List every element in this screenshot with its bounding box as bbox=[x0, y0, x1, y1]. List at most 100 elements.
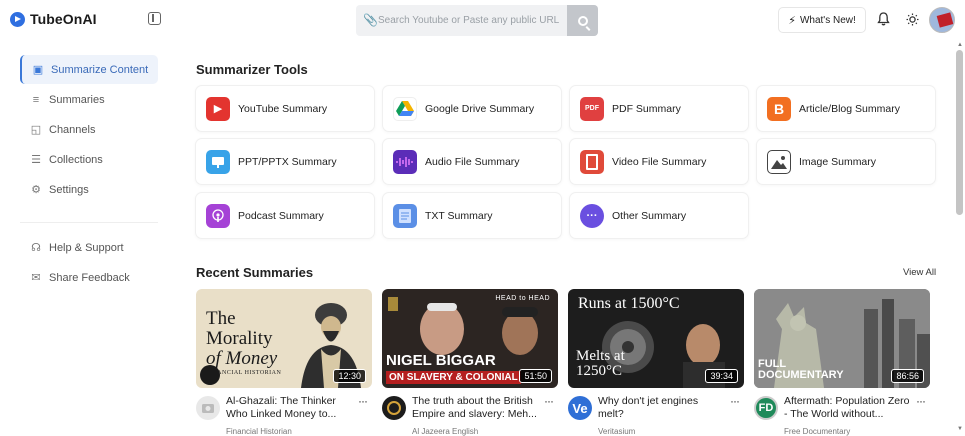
network-logo-icon bbox=[388, 297, 398, 311]
video-title[interactable]: The truth about the British Empire and s… bbox=[412, 395, 540, 421]
video-thumbnail[interactable]: HEAD to HEAD NIGEL BIGGAR ON SLAVERY & C… bbox=[382, 289, 558, 388]
tool-google-drive-summary[interactable]: Google Drive Summary bbox=[383, 86, 561, 131]
sidebar-item-summaries[interactable]: ≡ Summaries bbox=[20, 85, 158, 114]
video-thumbnail[interactable]: FULL DOCUMENTARY 86:56 bbox=[754, 289, 930, 388]
sidebar: ▣ Summarize Content ≡ Summaries ◱ Channe… bbox=[0, 40, 170, 436]
gear-icon: ⚙︎ bbox=[31, 183, 41, 196]
tool-youtube-summary[interactable]: ▶︎ YouTube Summary bbox=[196, 86, 374, 131]
thumbnail-line: of Money bbox=[206, 348, 278, 369]
sidebar-item-channels[interactable]: ◱ Channels bbox=[20, 115, 158, 144]
video-thumbnail[interactable]: Runs at 1500°C Melts at 1250°C 39:34 bbox=[568, 289, 744, 388]
tool-label: Audio File Summary bbox=[425, 155, 520, 168]
video-duration: 12:30 bbox=[333, 369, 366, 383]
sidebar-item-share-feedback[interactable]: ✉︎ Share Feedback bbox=[20, 263, 158, 292]
video-duration: 39:34 bbox=[705, 369, 738, 383]
camera-icon bbox=[196, 396, 220, 420]
video-card[interactable]: FULL DOCUMENTARY 86:56 FD Aftermath: Pop… bbox=[754, 289, 930, 436]
summarizer-tools-heading: Summarizer Tools bbox=[196, 62, 308, 77]
search-button[interactable] bbox=[567, 5, 598, 36]
user-avatar[interactable] bbox=[929, 7, 955, 33]
sidebar-item-collections[interactable]: ☰ Collections bbox=[20, 145, 158, 174]
txt-file-icon bbox=[393, 203, 417, 228]
tool-label: PDF Summary bbox=[612, 102, 681, 115]
video-title[interactable]: Aftermath: Population Zero - The World w… bbox=[784, 395, 912, 421]
presentation-icon bbox=[206, 149, 230, 174]
sidebar-item-settings[interactable]: ⚙︎ Settings bbox=[20, 175, 158, 204]
video-thumbnail[interactable]: The Morality of Money FINANCIAL HISTORIA… bbox=[196, 289, 372, 388]
megaphone-icon: ✉︎ bbox=[31, 271, 41, 284]
sidebar-item-label: Help & Support bbox=[49, 241, 124, 254]
search-input[interactable] bbox=[378, 11, 563, 29]
video-card[interactable]: Runs at 1500°C Melts at 1250°C 39:34 Ve … bbox=[568, 289, 744, 436]
bell-icon[interactable] bbox=[874, 10, 892, 28]
thumbnail-text: Melts at 1250°C bbox=[576, 349, 625, 379]
more-options-icon[interactable]: ··· bbox=[916, 395, 926, 407]
scroll-down-arrow-icon[interactable]: ▼ bbox=[957, 426, 963, 432]
paperclip-icon[interactable]: 📎 bbox=[363, 13, 378, 27]
tool-txt-summary[interactable]: TXT Summary bbox=[383, 193, 561, 238]
sidebar-item-label: Share Feedback bbox=[49, 271, 130, 284]
sidebar-item-label: Channels bbox=[49, 123, 96, 136]
sidebar-divider bbox=[20, 222, 158, 223]
video-card[interactable]: HEAD to HEAD NIGEL BIGGAR ON SLAVERY & C… bbox=[382, 289, 558, 436]
search-icon bbox=[577, 15, 588, 26]
google-drive-icon bbox=[393, 96, 417, 121]
tool-label: Video File Summary bbox=[612, 155, 707, 168]
more-options-icon[interactable]: ··· bbox=[730, 395, 740, 407]
speakers-illustration bbox=[420, 303, 538, 355]
whats-new-label: What's New! bbox=[799, 14, 856, 26]
tool-image-summary[interactable]: Image Summary bbox=[757, 139, 935, 184]
youtube-icon: ▶︎ bbox=[206, 96, 230, 121]
video-channel: Free Documentary bbox=[784, 427, 851, 436]
video-title[interactable]: Why don't jet engines melt? bbox=[598, 395, 726, 421]
tool-video-file-summary[interactable]: Video File Summary bbox=[570, 139, 748, 184]
tool-podcast-summary[interactable]: Podcast Summary bbox=[196, 193, 374, 238]
tool-pdf-summary[interactable]: PDF PDF Summary bbox=[570, 86, 748, 131]
tool-label: Article/Blog Summary bbox=[799, 102, 900, 115]
more-options-icon[interactable]: ··· bbox=[544, 395, 554, 407]
image-icon bbox=[767, 149, 791, 174]
veritasium-logo-icon: Ve bbox=[568, 396, 592, 420]
search-bar: 📎 bbox=[356, 5, 598, 36]
al-jazeera-logo-icon bbox=[382, 396, 406, 420]
more-dots-icon: ··· bbox=[580, 203, 604, 228]
top-header: TubeOnAI 📎 ⚡︎ What's New! bbox=[0, 0, 965, 40]
scroll-up-arrow-icon[interactable]: ▲ bbox=[957, 42, 963, 48]
video-duration: 51:50 bbox=[519, 369, 552, 383]
sidebar-item-help-support[interactable]: ☊ Help & Support bbox=[20, 233, 158, 262]
tool-article-blog-summary[interactable]: B Article/Blog Summary bbox=[757, 86, 935, 131]
app-logo[interactable]: TubeOnAI bbox=[10, 11, 97, 27]
thumbnail-line: Runs at 1500°C bbox=[578, 295, 680, 312]
sidebar-toggle-icon[interactable] bbox=[148, 12, 161, 25]
tool-other-summary[interactable]: ··· Other Summary bbox=[570, 193, 748, 238]
video-channel: Al Jazeera English bbox=[412, 427, 479, 436]
thumbnail-line: 1250°C bbox=[576, 363, 623, 379]
tool-label: Podcast Summary bbox=[238, 209, 324, 222]
video-channel: Financial Historian bbox=[226, 427, 292, 436]
view-all-link[interactable]: View All bbox=[903, 267, 936, 278]
sun-icon[interactable] bbox=[903, 10, 921, 28]
video-duration: 86:56 bbox=[891, 369, 924, 383]
tool-ppt-summary[interactable]: PPT/PPTX Summary bbox=[196, 139, 374, 184]
tool-label: TXT Summary bbox=[425, 209, 493, 222]
logo-icon bbox=[10, 11, 25, 27]
sidebar-item-label: Summaries bbox=[49, 93, 105, 106]
free-documentary-logo-icon: FD bbox=[754, 396, 778, 420]
sidebar-item-label: Summarize Content bbox=[51, 63, 149, 76]
whats-new-button[interactable]: ⚡︎ What's New! bbox=[778, 7, 866, 33]
podcast-icon bbox=[206, 203, 230, 228]
video-card[interactable]: The Morality of Money FINANCIAL HISTORIA… bbox=[196, 289, 372, 436]
channel-logo-icon bbox=[200, 365, 220, 385]
robot-icon: ▣ bbox=[32, 63, 44, 76]
channel-icon: ◱ bbox=[30, 123, 42, 136]
headset-icon: ☊ bbox=[31, 241, 41, 254]
vertical-scrollbar[interactable] bbox=[956, 50, 963, 215]
tool-label: PPT/PPTX Summary bbox=[238, 155, 337, 168]
sidebar-item-summarize-content[interactable]: ▣ Summarize Content bbox=[20, 55, 158, 84]
thumbnail-line: NIGEL BIGGAR bbox=[386, 352, 496, 369]
video-title[interactable]: Al-Ghazali: The Thinker Who Linked Money… bbox=[226, 395, 354, 421]
more-options-icon[interactable]: ··· bbox=[358, 395, 368, 407]
tool-audio-file-summary[interactable]: Audio File Summary bbox=[383, 139, 561, 184]
thumbnail-text: The Morality of Money FINANCIAL HISTORIA… bbox=[206, 309, 281, 377]
blogger-icon: B bbox=[767, 96, 791, 121]
